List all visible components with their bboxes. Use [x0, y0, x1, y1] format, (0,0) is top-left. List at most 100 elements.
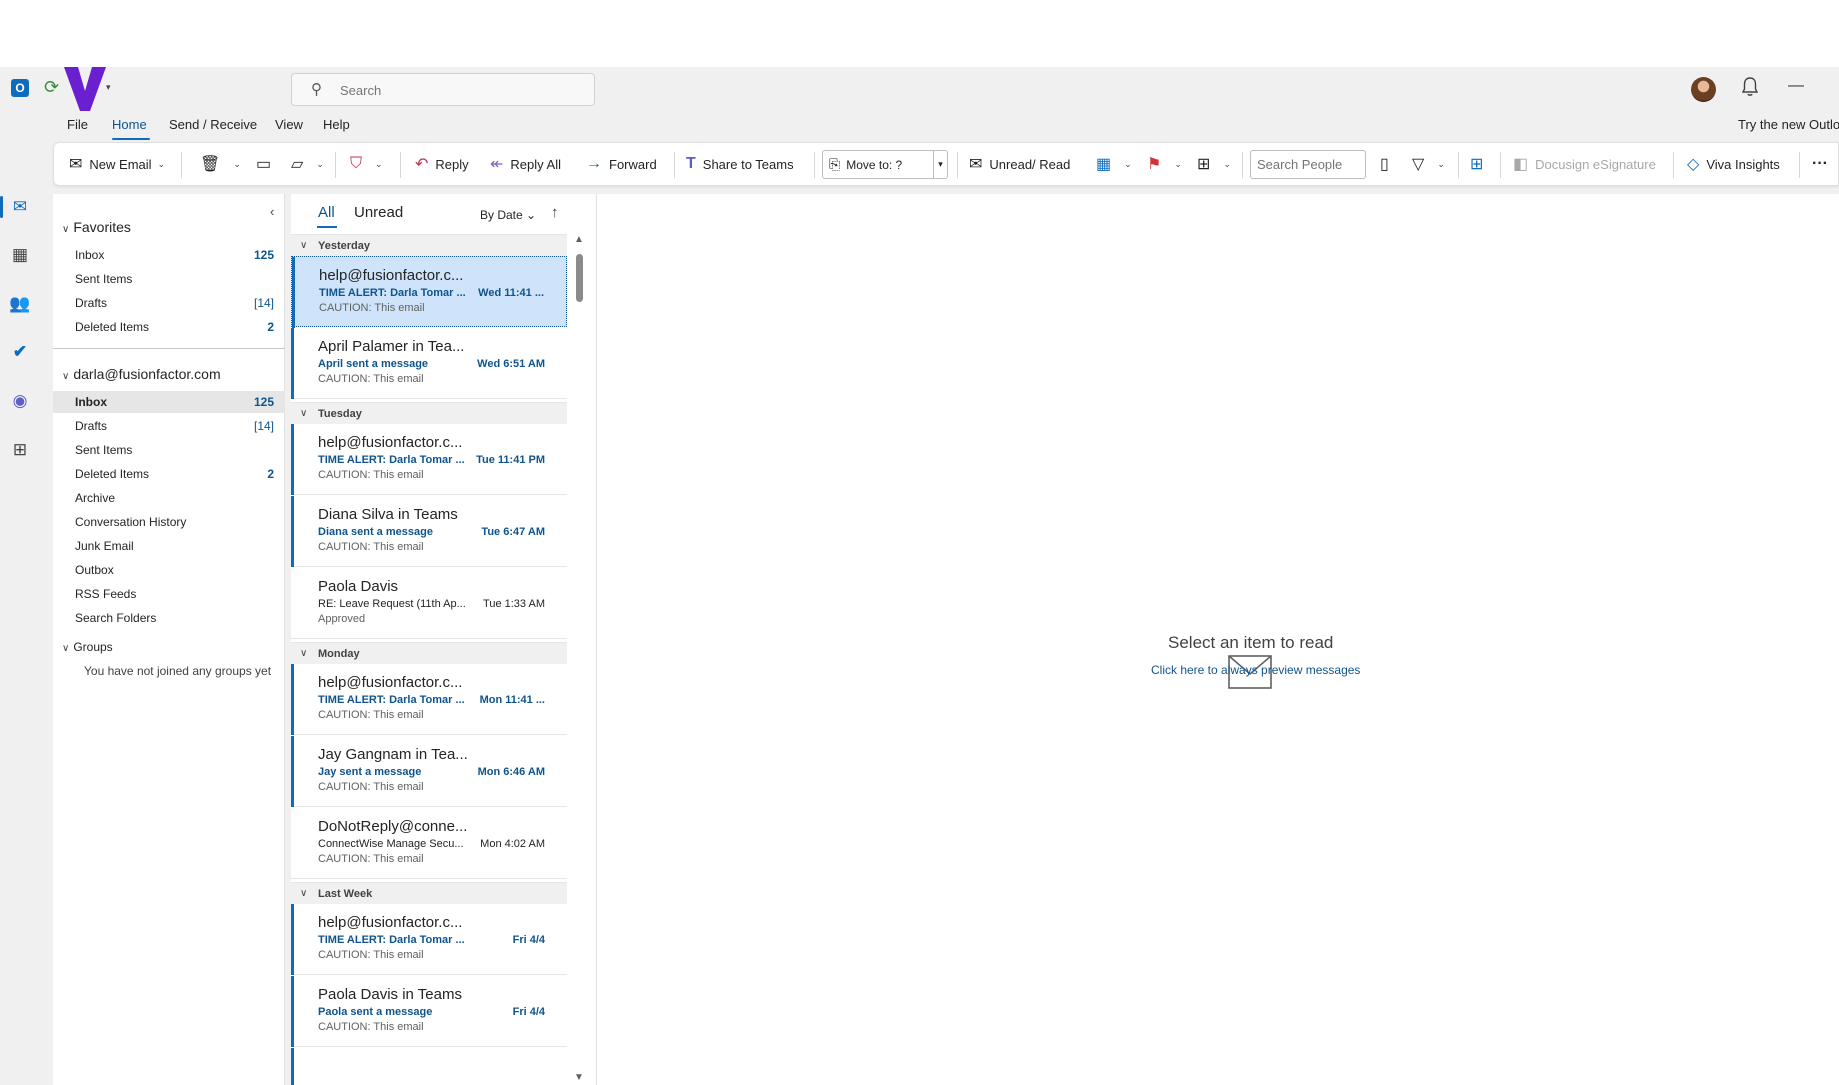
favorites-header[interactable]: ∨ Favorites: [62, 219, 131, 235]
message-item[interactable]: Diana Silva in Teams Diana sent a messag…: [291, 496, 567, 567]
minimize-icon[interactable]: —: [1788, 77, 1804, 95]
more-options-button[interactable]: ···: [1812, 143, 1828, 185]
chevron-down-icon[interactable]: ⌄: [375, 159, 383, 170]
folder-conversation-history[interactable]: Conversation History: [53, 511, 285, 533]
rules-icon: ⊞: [1197, 156, 1211, 173]
forward-button[interactable]: → Forward: [586, 143, 657, 185]
group-header-monday[interactable]: ∨ Monday: [291, 642, 567, 664]
scroll-thumb[interactable]: [576, 254, 583, 302]
message-item[interactable]: April Palamer in Tea... April sent a mes…: [291, 328, 567, 399]
message-item[interactable]: help@fusionfactor.c... TIME ALERT: Darla…: [291, 424, 567, 495]
message-item[interactable]: help@fusionfactor.c... TIME ALERT: Darla…: [291, 256, 567, 328]
folder-search-folders[interactable]: Search Folders: [53, 607, 285, 629]
folder-outbox[interactable]: Outbox: [53, 559, 285, 581]
people-icon[interactable]: 👥: [9, 293, 31, 315]
new-email-button[interactable]: ✉ New Email ⌄: [69, 143, 165, 185]
favorites-drafts[interactable]: Drafts [14]: [53, 292, 285, 314]
groups-header[interactable]: ∨ Groups: [62, 640, 113, 654]
tab-all[interactable]: All: [318, 204, 335, 221]
report-button[interactable]: ⛉ ⌄: [350, 143, 383, 185]
message-item[interactable]: help@fusionfactor.c... TIME ALERT: Darla…: [291, 904, 567, 975]
folder-junk-email[interactable]: Junk Email: [53, 535, 285, 557]
more-apps-icon[interactable]: ⊞: [9, 439, 31, 461]
group-header-yesterday[interactable]: ∨ Yesterday: [291, 234, 567, 256]
collapse-pane-icon[interactable]: ‹: [270, 204, 274, 219]
copilot-icon[interactable]: ◉: [9, 390, 31, 412]
calendar-icon[interactable]: ▦: [9, 244, 31, 266]
todo-icon[interactable]: ✔: [9, 341, 31, 363]
folder-rss-feeds[interactable]: RSS Feeds: [53, 583, 285, 605]
account-header[interactable]: ∨ darla@fusionfactor.com: [62, 366, 221, 382]
group-header-tuesday[interactable]: ∨ Tuesday: [291, 402, 567, 424]
mail-icon[interactable]: ✉: [9, 196, 31, 218]
reply-button[interactable]: ↶ Reply: [415, 143, 469, 185]
chevron-down-icon[interactable]: ∨: [62, 643, 69, 654]
move-to-quickstep[interactable]: ⎘ Move to: ? ▾: [822, 150, 948, 179]
folder-drafts[interactable]: Drafts [14]: [53, 415, 285, 437]
docusign-button[interactable]: ◧ Docusign eSignature: [1513, 143, 1656, 185]
message-item[interactable]: help@fusionfactor.c... TIME ALERT: Darla…: [291, 664, 567, 735]
categorize-button[interactable]: ▦ ⌄: [1096, 143, 1132, 185]
viva-insights-label: Viva Insights: [1706, 156, 1780, 172]
apps-button[interactable]: ⊞: [1470, 143, 1490, 185]
viva-insights-button[interactable]: ◇ Viva Insights: [1687, 143, 1780, 185]
chevron-down-icon[interactable]: ⌄: [1223, 159, 1231, 170]
always-preview-link[interactable]: Click here to always preview messages: [1151, 663, 1360, 677]
message-item[interactable]: Jay Gangnam in Tea... Jay sent a message…: [291, 736, 567, 807]
message-list-scrollbar[interactable]: ▲ ▼: [572, 234, 586, 1085]
message-time: Wed 11:41 ...: [478, 287, 544, 299]
filter-email-button[interactable]: ▽ ⌄: [1412, 143, 1445, 185]
unread-read-button[interactable]: ✉ Unread/ Read: [969, 143, 1070, 185]
message-item[interactable]: DoNotReply@conne... ConnectWise Manage S…: [291, 808, 567, 879]
avatar[interactable]: [1691, 77, 1716, 102]
message-item[interactable]: Paola Davis RE: Leave Request (11th Ap..…: [291, 568, 567, 639]
folder-archive[interactable]: Archive: [53, 487, 285, 509]
menu-help[interactable]: Help: [323, 117, 350, 132]
archive-button[interactable]: ▭: [256, 143, 278, 185]
follow-up-button[interactable]: ⚑ ⌄: [1147, 143, 1182, 185]
tab-unread[interactable]: Unread: [354, 204, 403, 221]
try-new-outlook-toggle[interactable]: Try the new Outlo: [1738, 117, 1839, 132]
menu-home[interactable]: Home: [112, 117, 147, 132]
share-to-teams-button[interactable]: T Share to Teams: [686, 143, 794, 185]
bell-icon[interactable]: [1741, 76, 1759, 98]
chevron-down-icon[interactable]: ∨: [62, 371, 69, 382]
scroll-down-icon[interactable]: ▼: [574, 1072, 584, 1083]
chevron-down-icon[interactable]: ⌄: [233, 159, 241, 170]
chevron-down-icon[interactable]: ⌄: [1124, 159, 1132, 170]
quick-access-dropdown-icon[interactable]: ▾: [106, 82, 111, 93]
message-item-partial[interactable]: [291, 1048, 567, 1085]
reply-all-button[interactable]: ↞ Reply All: [490, 143, 561, 185]
favorites-inbox[interactable]: Inbox 125: [53, 244, 285, 266]
group-label: Tuesday: [318, 408, 362, 420]
favorites-deleted-items[interactable]: Deleted Items 2: [53, 316, 285, 338]
message-preview: CAUTION: This email: [318, 1021, 424, 1033]
sync-icon[interactable]: ⟳: [44, 77, 59, 98]
chevron-down-icon[interactable]: ▾: [933, 151, 947, 178]
chevron-down-icon[interactable]: ⌄: [1437, 159, 1445, 170]
menu-send-receive[interactable]: Send / Receive: [169, 117, 257, 132]
menu-file[interactable]: File: [67, 117, 88, 132]
search-box[interactable]: ⚲: [291, 73, 595, 106]
search-input[interactable]: [340, 80, 580, 100]
chevron-down-icon[interactable]: ⌄: [316, 159, 324, 170]
folder-deleted-items[interactable]: Deleted Items 2: [53, 463, 285, 485]
folder-sent-items[interactable]: Sent Items: [53, 439, 285, 461]
message-item[interactable]: Paola Davis in Teams Paola sent a messag…: [291, 976, 567, 1047]
scroll-up-icon[interactable]: ▲: [574, 234, 584, 245]
address-book-button[interactable]: ▯: [1380, 143, 1396, 185]
folder-inbox[interactable]: Inbox 125: [53, 391, 285, 413]
favorites-sent-items[interactable]: Sent Items: [53, 268, 285, 290]
menu-view[interactable]: View: [275, 117, 303, 132]
move-button[interactable]: ▱ ⌄: [291, 143, 324, 185]
sort-dropdown[interactable]: By Date ⌄: [480, 208, 536, 222]
chevron-down-icon[interactable]: ⌄: [1174, 159, 1182, 170]
chevron-down-icon[interactable]: ∨: [62, 224, 69, 235]
group-header-last-week[interactable]: ∨ Last Week: [291, 882, 567, 904]
search-people-input[interactable]: [1250, 150, 1366, 179]
chevron-down-icon[interactable]: ⌄: [158, 159, 166, 170]
delete-button[interactable]: 🗑 ⌄: [200, 143, 241, 185]
docusign-icon: ◧: [1513, 156, 1529, 173]
sort-direction-icon[interactable]: ↑: [551, 204, 559, 221]
rules-button[interactable]: ⊞ ⌄: [1197, 143, 1231, 185]
